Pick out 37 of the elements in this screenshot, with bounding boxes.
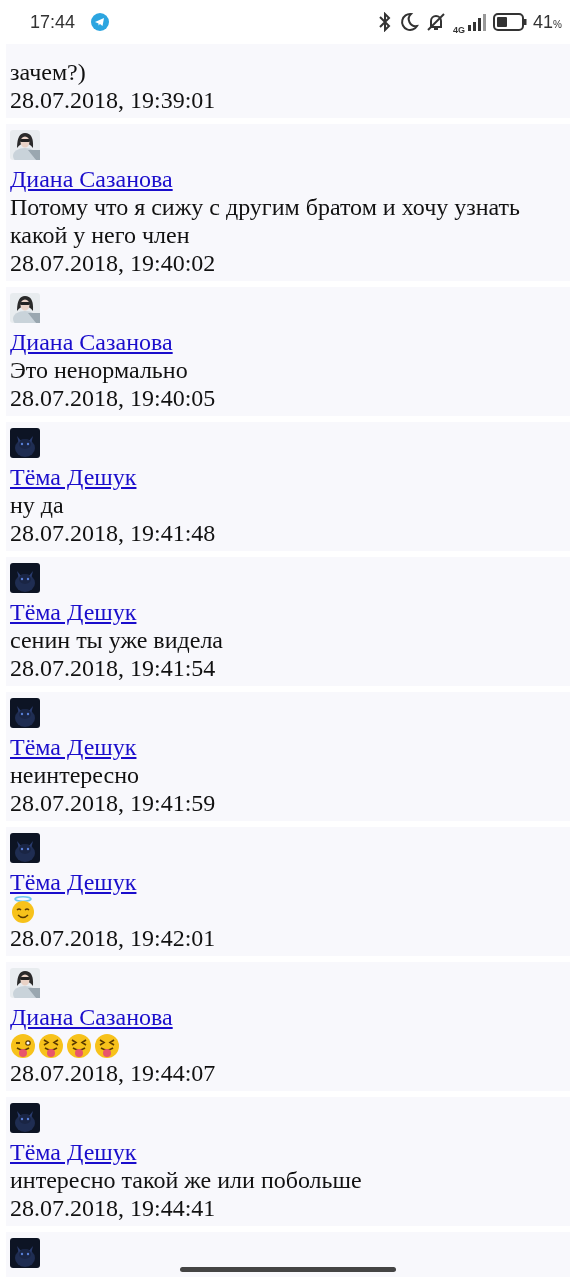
- moon-icon: [399, 12, 420, 32]
- message-text: ну да: [10, 491, 64, 519]
- signal-icon: [467, 13, 488, 31]
- message-text: Это ненормально: [10, 356, 188, 384]
- message-date: 28.07.2018, 19:41:48: [10, 519, 216, 547]
- squinting-tongue-face-icon: [38, 1033, 64, 1059]
- squinting-tongue-face-icon: [94, 1033, 120, 1059]
- author-link[interactable]: Тёма Дешук: [10, 463, 137, 491]
- author-link[interactable]: Диана Сазанова: [10, 165, 173, 193]
- message-date: 28.07.2018, 19:40:05: [10, 384, 216, 412]
- battery-icon: [493, 13, 528, 31]
- author-link[interactable]: Тёма Дешук: [10, 868, 137, 896]
- message-text: Потому что я сижу с другим братом и хочу узнать какой у него член: [10, 193, 521, 249]
- message-text: неинтересно: [10, 761, 140, 789]
- author-link[interactable]: Тёма Дешук: [10, 1138, 137, 1166]
- message-text: зачем?): [10, 58, 86, 86]
- clock: 17:44: [30, 11, 76, 33]
- message-date: 28.07.2018, 19:41:54: [10, 654, 216, 682]
- battery-percent: 41%: [533, 11, 562, 33]
- smiley-halo-icon: [10, 896, 36, 924]
- author-link[interactable]: Диана Сазанова: [10, 328, 173, 356]
- message-date: 28.07.2018, 19:42:01: [10, 924, 216, 952]
- message-date: 28.07.2018, 19:41:59: [10, 789, 216, 817]
- message-date: 28.07.2018, 19:44:41: [10, 1194, 216, 1222]
- author-link[interactable]: Диана Сазанова: [10, 1003, 173, 1031]
- author-link[interactable]: Тёма Дешук: [10, 598, 137, 626]
- message-text: интересно такой же или побольше: [10, 1166, 362, 1194]
- message-text: сенин ты уже видела: [10, 626, 223, 654]
- muted-bell-icon: [425, 12, 448, 32]
- winking-tongue-face-icon: [10, 1033, 36, 1059]
- squinting-tongue-face-icon: [66, 1033, 92, 1059]
- message-date: 28.07.2018, 19:40:02: [10, 249, 216, 277]
- author-link[interactable]: Тёма Дешук: [10, 733, 137, 761]
- message-date: 28.07.2018, 19:44:07: [10, 1059, 216, 1087]
- message-date: 28.07.2018, 19:39:01: [10, 86, 216, 114]
- paper-plane-icon: [91, 13, 110, 31]
- network-label: 4G: [453, 25, 466, 35]
